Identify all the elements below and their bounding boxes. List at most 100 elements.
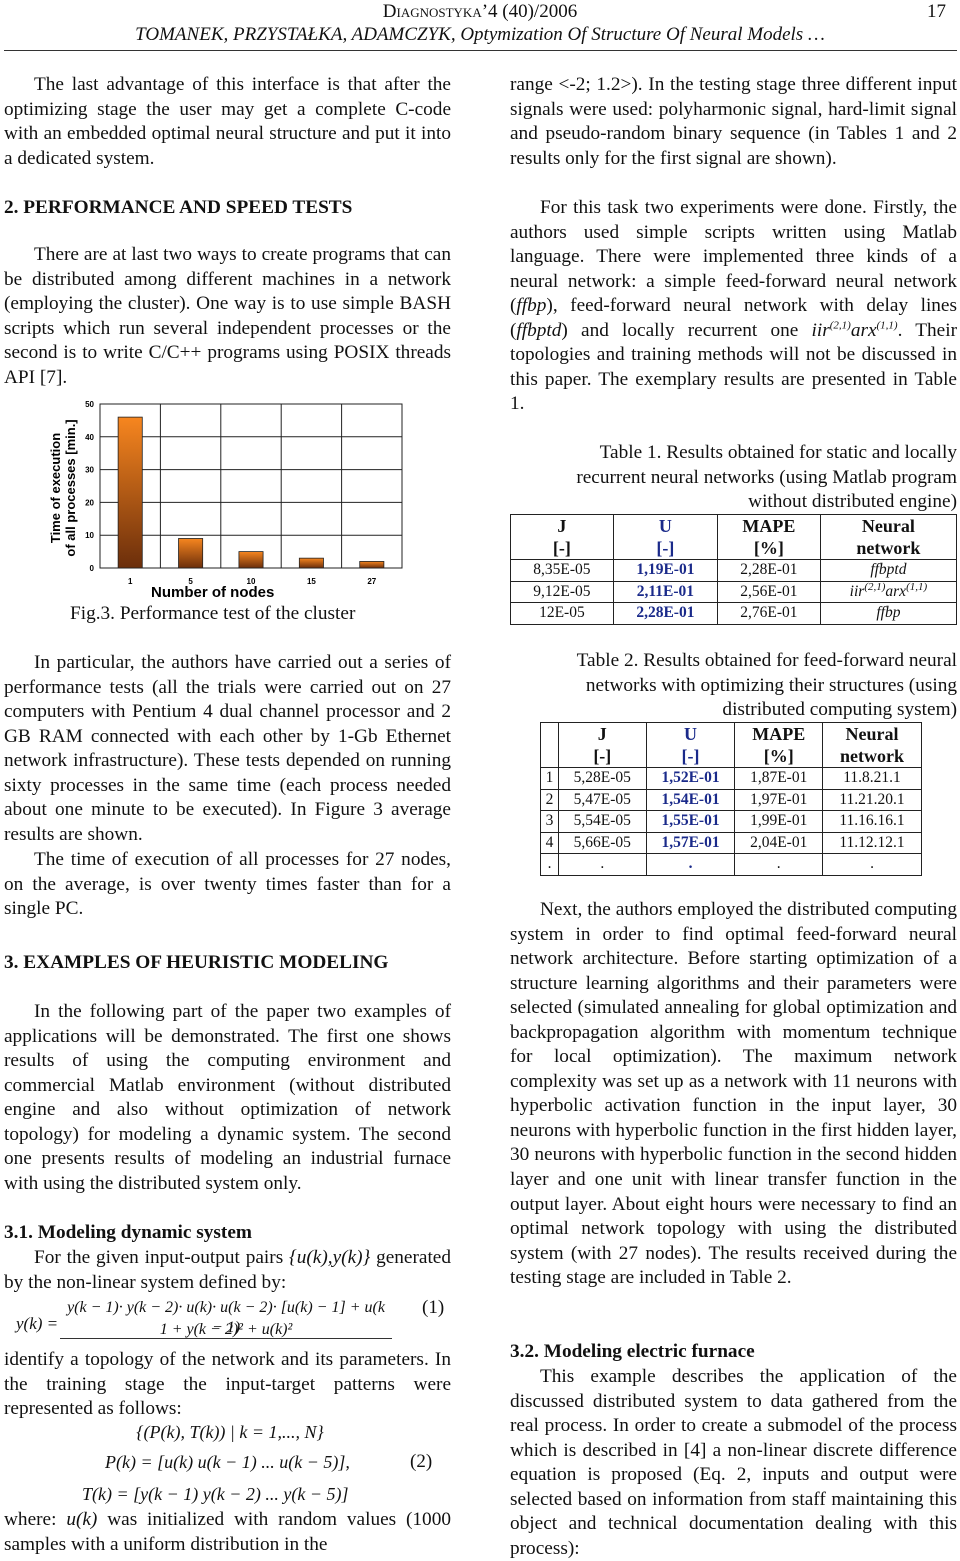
- column-header: J [-]: [558, 722, 647, 768]
- superscript: (1,1): [876, 319, 898, 332]
- paragraph: identify a topology of the network and i…: [4, 1349, 451, 1420]
- subsection-heading: 3.2. Modeling electric furnace: [510, 1341, 755, 1362]
- table-cell: 5,47E-05: [558, 788, 647, 811]
- y-tick-label: 20: [85, 498, 94, 507]
- table-cell: 1,87E-01: [734, 767, 824, 790]
- table-cell: 11.8.21.1: [822, 767, 922, 790]
- bar: [117, 416, 143, 569]
- text: ffbp: [516, 295, 547, 317]
- column-header: Neural network: [822, 722, 922, 768]
- column-header: [540, 722, 559, 768]
- table-cell: 2,04E-01: [734, 831, 824, 854]
- table-cell: 5,54E-05: [558, 810, 647, 833]
- paragraph: Next, the authors employed the distribut…: [510, 899, 957, 1289]
- section-heading: 2. PERFORMANCE AND SPEED TESTS: [4, 197, 353, 218]
- table-row: 9,12E-05 2,11E-01 2,56E-01 iir(2,1)arx(1,1): [510, 580, 958, 603]
- table-row: 1 5,28E-05 1,52E-01 1,87E-01 11.8.21.1: [540, 767, 922, 790]
- bar: [298, 557, 324, 569]
- equation-2-set: {(P(k), T(k)) | k = 1,..., N}: [136, 1422, 324, 1442]
- equation-number: (1): [422, 1297, 445, 1318]
- table-cell: 1,54E-01: [645, 788, 736, 811]
- table-cell: 9,12E-05: [510, 580, 614, 603]
- paragraph: There are at last two ways to create pro…: [4, 244, 451, 388]
- table-cell: 11.21.20.1: [822, 788, 922, 811]
- table-2-caption: Table 2. Results obtained for feed-forwa…: [576, 650, 957, 721]
- journal-header: Diagnostyka’4 (40)/2006: [382, 1, 578, 22]
- paragraph: In particular, the authors have carried …: [4, 652, 451, 845]
- text: iir: [811, 319, 830, 341]
- bar: [238, 551, 264, 569]
- column-header: MAPE [%]: [717, 514, 821, 560]
- equation-1-denominator: 1 + y(k − 2)² + u(k)²: [159, 1321, 293, 1338]
- table-cell: iir(2,1)arx(1,1): [819, 580, 958, 603]
- y-tick-label: 50: [85, 400, 94, 409]
- table-cell: 11.16.16.1: [822, 810, 922, 833]
- x-tick-label: 27: [367, 577, 376, 586]
- table-cell: 2,76E-01: [717, 602, 821, 625]
- paragraph: For this task two experiments were done.…: [510, 196, 957, 417]
- text: where:: [4, 1509, 67, 1530]
- table-cell: 2,56E-01: [717, 580, 821, 603]
- running-title: TOMANEK, PRZYSTAŁKA, ADAMCZYK, Optymizat…: [135, 24, 825, 45]
- y-tick-label: 0: [90, 564, 95, 573]
- text: {u(k),y(k)}: [289, 1247, 371, 1268]
- x-tick-label: 1: [128, 577, 133, 586]
- table-cell: 2,28E-01: [612, 602, 719, 625]
- equation-1-lhs: y(k) =: [16, 1314, 59, 1333]
- text: ) and locally recurrent one: [561, 319, 812, 341]
- table-cell: 1,19E-01: [612, 559, 719, 582]
- table-cell: 4: [540, 831, 559, 854]
- table-cell: 1,97E-01: [734, 788, 824, 811]
- table-row: 4 5,66E-05 1,57E-01 2,04E-01 11.12.12.1: [540, 831, 922, 854]
- table-cell: 12E-05: [510, 602, 614, 625]
- table-1: J [-] U [-] MAPE [%] Neural network 8,35E-05 1,19…: [510, 514, 958, 625]
- table-cell: 5,66E-05: [558, 831, 647, 854]
- plot-area: [99, 403, 403, 569]
- table-cell: 2: [540, 788, 559, 811]
- table-row: 8,35E-05 1,19E-01 2,28E-01 ffbptd: [510, 559, 958, 582]
- text: arx: [850, 319, 877, 341]
- paragraph: In the following part of the paper two e…: [4, 1001, 451, 1194]
- table-cell: 11.12.12.1: [822, 831, 922, 854]
- table-cell: 1,52E-01: [645, 767, 736, 790]
- y-tick-label: 40: [85, 433, 94, 442]
- table-cell: 5,28E-05: [558, 767, 647, 790]
- column-header: U [-]: [612, 514, 719, 560]
- table-cell: 2,11E-01: [612, 580, 719, 603]
- performance-chart: 010203040501 5 10 15 27 Number of nodes Time…: [48, 400, 403, 601]
- equation-2-t: T(k) = [y(k − 1) y(k − 2) ... y(k − 5)]: [82, 1484, 349, 1504]
- table-cell: 1,57E-01: [645, 831, 736, 854]
- column-header: U [-]: [645, 722, 736, 768]
- text: ffbptd: [516, 319, 562, 341]
- subsection-heading: 3.1. Modeling dynamic system: [4, 1222, 252, 1243]
- table-cell: 2,28E-01: [717, 559, 821, 582]
- table-row: 3 5,54E-05 1,55E-01 1,99E-01 11.16.16.1: [540, 810, 922, 833]
- table-1-caption: Table 1. Results obtained for static and…: [576, 442, 957, 513]
- y-tick-label: 10: [85, 531, 94, 540]
- figure-caption: Fig.3. Performance test of the cluster: [70, 603, 356, 624]
- x-axis-label: Number of nodes: [151, 584, 274, 601]
- text: For the given input-output pairs: [34, 1247, 290, 1268]
- section-heading: 3. EXAMPLES OF HEURISTIC MODELING: [4, 952, 389, 973]
- bar: [359, 561, 385, 569]
- paragraph: The last advantage of this interface is …: [4, 74, 451, 169]
- bar: [178, 538, 204, 569]
- page-number: 17: [927, 1, 946, 22]
- y-axis-label-line1: Time of execution: [48, 433, 63, 543]
- paragraph: where: u(k) was initialized with random …: [4, 1508, 451, 1557]
- column-header: MAPE [%]: [734, 722, 824, 768]
- table-2: J [-] U [-] MAPE [%] Neural network 1 5,28E-05 1,5…: [540, 722, 922, 876]
- paragraph: The time of execution of all processes f…: [4, 849, 451, 920]
- paragraph: For the given input-output pairs {u(k),y…: [4, 1246, 451, 1295]
- y-axis-label-line2: of all processes [min.]: [63, 419, 78, 556]
- paragraph: range <-2; 1.2>). In the testing stage t…: [510, 74, 957, 169]
- header-rule: [4, 50, 957, 51]
- table-cell: .: [645, 853, 736, 876]
- table-cell: .: [822, 853, 922, 876]
- table-cell: 8,35E-05: [510, 559, 614, 582]
- y-axis-label: Time of executionof all processes [min.]: [48, 419, 78, 556]
- column-header: Neural network: [819, 514, 958, 560]
- table-cell: ffbp: [819, 602, 958, 625]
- table-cell: ffbptd: [819, 559, 958, 582]
- table-cell: 1: [540, 767, 559, 790]
